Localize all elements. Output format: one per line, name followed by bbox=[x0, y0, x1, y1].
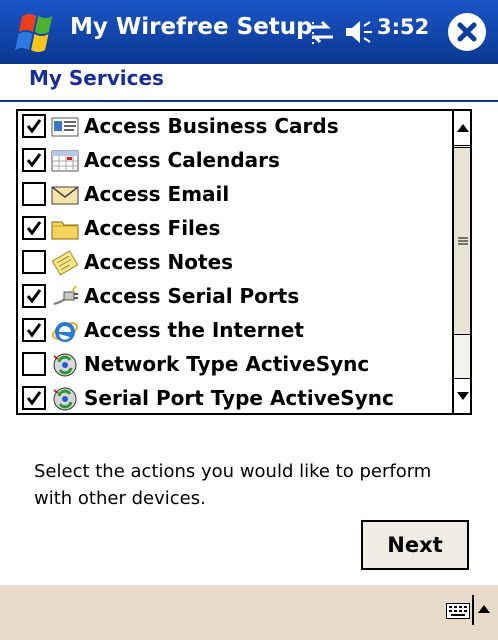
service-checkbox[interactable] bbox=[22, 114, 46, 138]
title-bar: My Wirefree Setup 3:52 bbox=[0, 0, 498, 64]
connectivity-icon[interactable] bbox=[305, 18, 337, 46]
notes-icon bbox=[50, 250, 80, 276]
list-item[interactable]: Access Email bbox=[18, 178, 448, 212]
service-checkbox[interactable] bbox=[22, 148, 46, 172]
checkmark-icon bbox=[26, 391, 42, 406]
header-divider bbox=[0, 100, 498, 102]
checkmark-icon bbox=[26, 119, 42, 134]
checkmark-icon bbox=[26, 221, 42, 236]
calendar-icon bbox=[50, 148, 80, 174]
list-item[interactable]: Access Notes bbox=[18, 246, 448, 280]
menu-separator bbox=[472, 595, 474, 625]
service-label: Access Serial Ports bbox=[84, 284, 300, 308]
scroll-down-button[interactable] bbox=[454, 378, 470, 413]
instruction-text: Select the actions you would like to per… bbox=[34, 461, 432, 509]
checkmark-icon bbox=[26, 323, 42, 338]
service-label: Access Email bbox=[84, 182, 230, 206]
close-button[interactable] bbox=[448, 13, 486, 51]
grip-icon bbox=[458, 237, 468, 245]
service-label: Access Files bbox=[84, 216, 221, 240]
service-checkbox[interactable] bbox=[22, 352, 46, 376]
input-menu-arrow-icon[interactable] bbox=[478, 605, 490, 613]
service-label: Serial Port Type ActiveSync bbox=[84, 386, 394, 410]
service-checkbox[interactable] bbox=[22, 284, 46, 308]
clock: 3:52 bbox=[377, 15, 430, 39]
service-checkbox[interactable] bbox=[22, 250, 46, 274]
list-item[interactable]: Serial Port Type ActiveSync bbox=[18, 382, 448, 413]
service-label: Network Type ActiveSync bbox=[84, 352, 370, 376]
keyboard-icon[interactable] bbox=[446, 603, 470, 619]
list-item[interactable]: Access the Internet bbox=[18, 314, 448, 348]
serial-plug-icon bbox=[50, 284, 80, 310]
internet-explorer-icon bbox=[50, 318, 80, 344]
list-item[interactable]: Access Serial Ports bbox=[18, 280, 448, 314]
scroll-up-button[interactable] bbox=[454, 111, 470, 146]
menu-bar bbox=[0, 585, 498, 640]
activesync-icon bbox=[50, 352, 80, 378]
app-title: My Wirefree Setup bbox=[70, 14, 313, 40]
list-item[interactable]: Access Calendars bbox=[18, 144, 448, 178]
list-item[interactable]: Access Files bbox=[18, 212, 448, 246]
services-list: Access Business Cards Access Calendars Acc… bbox=[18, 111, 448, 413]
service-label: Access Notes bbox=[84, 250, 234, 274]
service-checkbox[interactable] bbox=[22, 182, 46, 206]
service-checkbox[interactable] bbox=[22, 386, 46, 410]
service-label: Access the Internet bbox=[84, 318, 304, 342]
services-listbox[interactable]: Access Business Cards Access Calendars Acc… bbox=[16, 109, 472, 415]
service-checkbox[interactable] bbox=[22, 216, 46, 240]
service-label: Access Business Cards bbox=[84, 114, 339, 138]
windows-start-icon[interactable] bbox=[10, 8, 60, 56]
checkmark-icon bbox=[26, 153, 42, 168]
list-item[interactable]: Access Business Cards bbox=[18, 111, 448, 144]
scrollbar[interactable] bbox=[452, 111, 470, 413]
service-checkbox[interactable] bbox=[22, 318, 46, 342]
folder-icon bbox=[50, 216, 80, 242]
business-card-icon bbox=[50, 114, 80, 140]
scroll-up-arrow-icon bbox=[457, 124, 469, 132]
next-button[interactable]: Next bbox=[361, 520, 469, 570]
volume-icon[interactable] bbox=[344, 18, 374, 46]
envelope-icon bbox=[50, 182, 80, 208]
service-label: Access Calendars bbox=[84, 148, 280, 172]
list-item[interactable]: Network Type ActiveSync bbox=[18, 348, 448, 382]
close-icon bbox=[457, 22, 477, 42]
scroll-down-arrow-icon bbox=[457, 392, 469, 400]
scroll-thumb[interactable] bbox=[454, 147, 470, 335]
page-title: My Services bbox=[29, 66, 164, 90]
activesync-icon bbox=[50, 386, 80, 412]
checkmark-icon bbox=[26, 289, 42, 304]
